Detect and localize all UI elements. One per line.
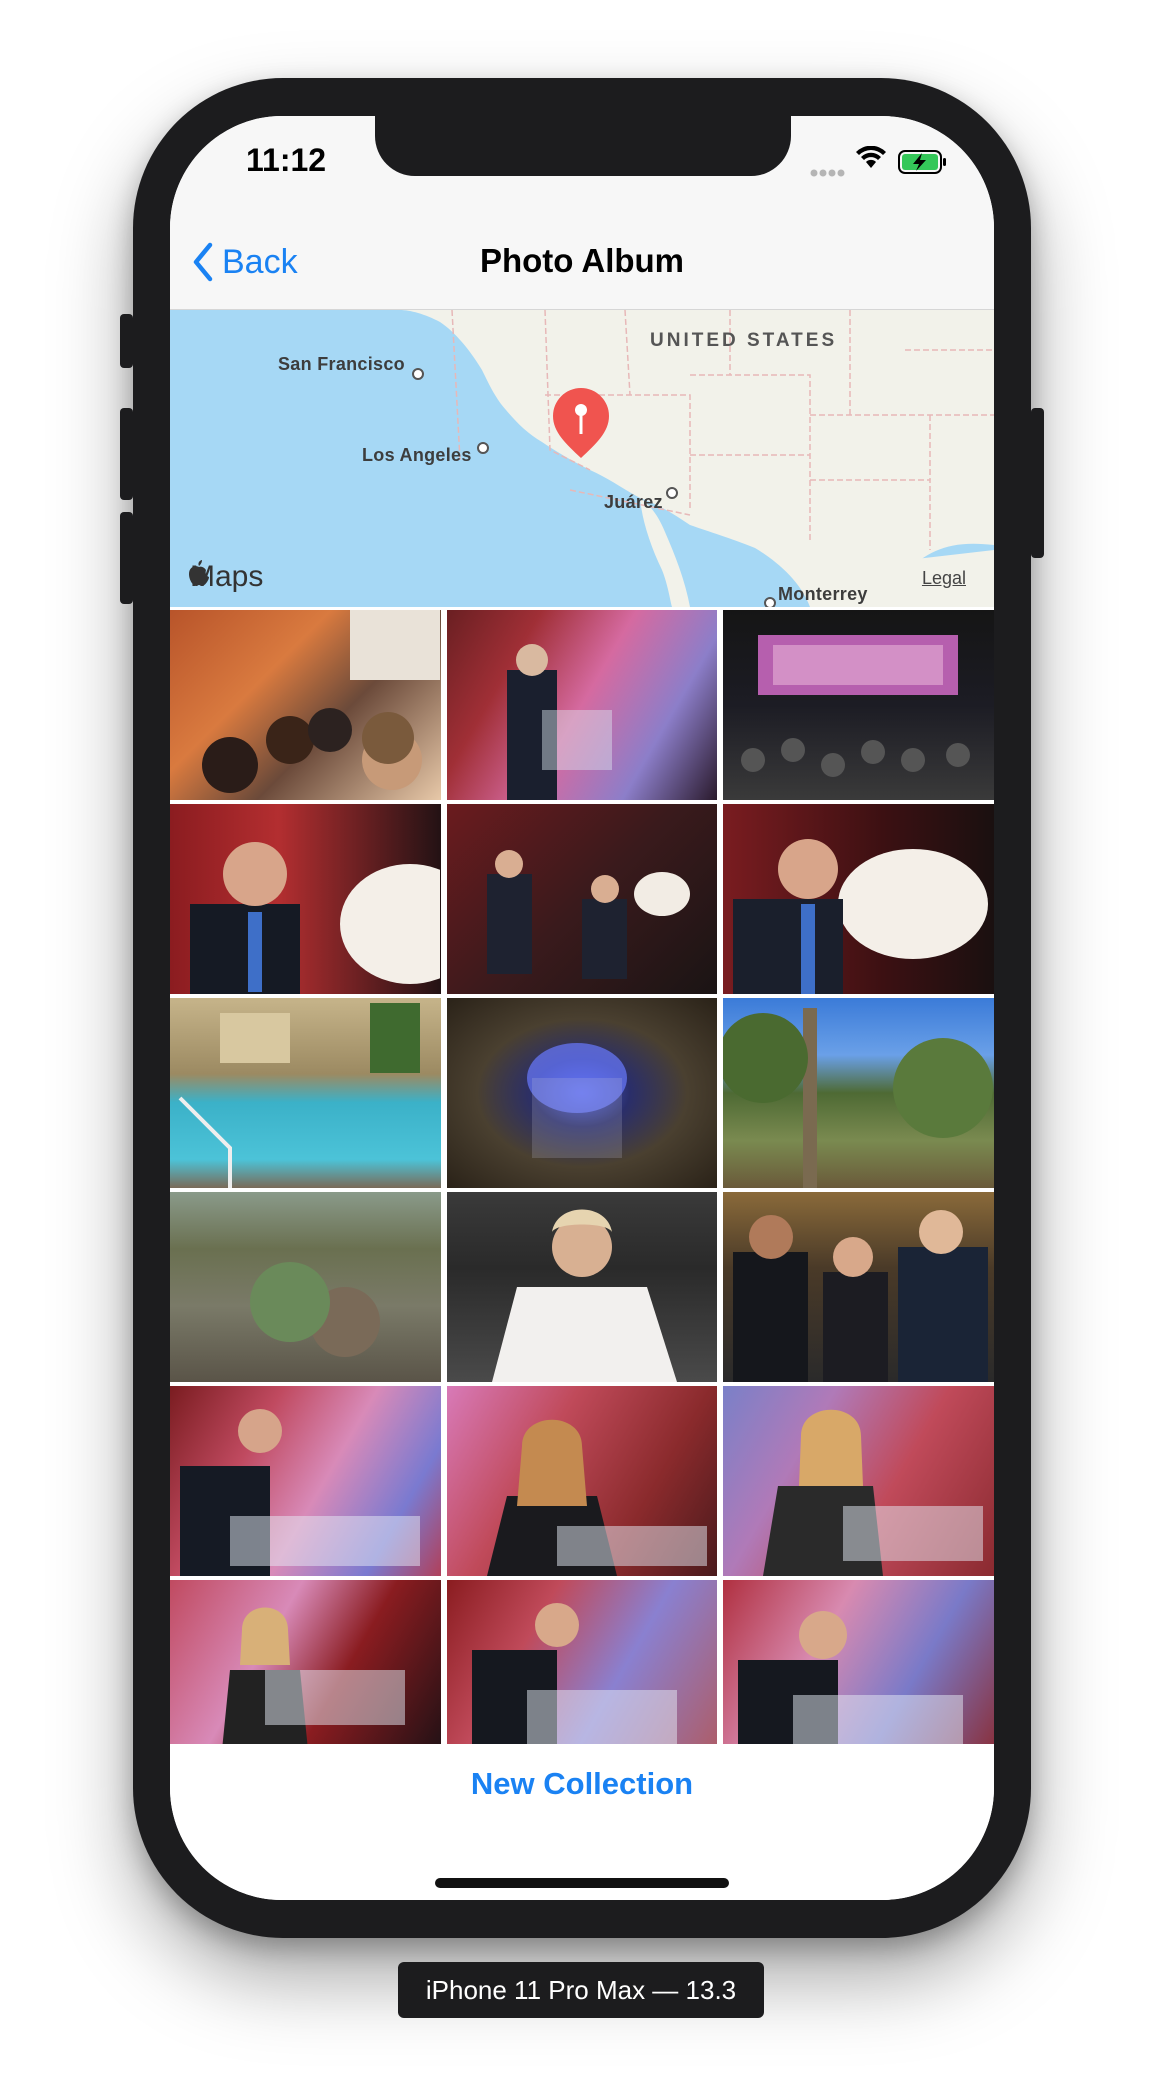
power-button xyxy=(1031,408,1044,558)
photo-thumbnail[interactable] xyxy=(170,1386,441,1576)
bottom-toolbar: New Collection xyxy=(170,1744,994,1900)
page-title: Photo Album xyxy=(479,242,685,279)
photo-thumbnail[interactable] xyxy=(170,1580,441,1770)
photo-thumbnail[interactable] xyxy=(723,1580,994,1770)
map-country-label: UNITED STATES xyxy=(650,330,838,351)
navigation-bar: Back Photo Album xyxy=(170,216,994,310)
photo-thumbnail[interactable] xyxy=(723,1192,994,1382)
screen: 11:12 Back Photo Album UNITED STATES San… xyxy=(170,116,994,1900)
cellular-signal-icon xyxy=(810,164,846,182)
status-time: 11:12 xyxy=(246,142,327,178)
photo-grid xyxy=(170,610,994,1770)
photo-thumbnail[interactable] xyxy=(446,998,718,1188)
photo-thumbnail[interactable] xyxy=(723,610,994,800)
new-collection-button[interactable]: New Collection xyxy=(170,1766,994,1802)
apple-logo-icon xyxy=(189,560,209,586)
photo-thumbnail[interactable] xyxy=(723,804,994,994)
volume-up-button xyxy=(120,408,133,500)
photo-thumbnail[interactable] xyxy=(446,610,718,800)
battery-charging-icon xyxy=(898,150,948,179)
map-city-label: Juárez xyxy=(604,492,663,512)
photo-thumbnail[interactable] xyxy=(446,1386,718,1576)
map-city-label: Monterrey xyxy=(778,584,868,604)
map-city-label: Los Angeles xyxy=(362,445,472,465)
map-city-label: San Francisco xyxy=(278,354,405,374)
home-indicator[interactable] xyxy=(435,1878,729,1888)
volume-down-button xyxy=(120,512,133,604)
photo-thumbnail[interactable] xyxy=(446,1580,718,1770)
maps-attribution: Maps xyxy=(188,560,263,594)
photo-thumbnail[interactable] xyxy=(170,998,441,1188)
notch xyxy=(375,116,791,176)
mute-switch xyxy=(120,314,133,368)
photo-thumbnail[interactable] xyxy=(170,804,441,994)
photo-thumbnail[interactable] xyxy=(446,804,718,994)
legal-link[interactable]: Legal xyxy=(922,568,966,589)
photo-thumbnail[interactable] xyxy=(446,1192,718,1382)
device-frame: 11:12 Back Photo Album UNITED STATES San… xyxy=(120,78,1044,1938)
photo-thumbnail[interactable] xyxy=(170,1192,441,1382)
photo-thumbnail[interactable] xyxy=(723,1386,994,1576)
simulator-device-label: iPhone 11 Pro Max — 13.3 xyxy=(398,1962,764,2018)
map-view[interactable]: UNITED STATES San Francisco Los Angeles … xyxy=(170,310,994,607)
wifi-icon xyxy=(856,145,886,175)
photo-thumbnail[interactable] xyxy=(170,610,441,800)
photo-thumbnail[interactable] xyxy=(723,998,994,1188)
